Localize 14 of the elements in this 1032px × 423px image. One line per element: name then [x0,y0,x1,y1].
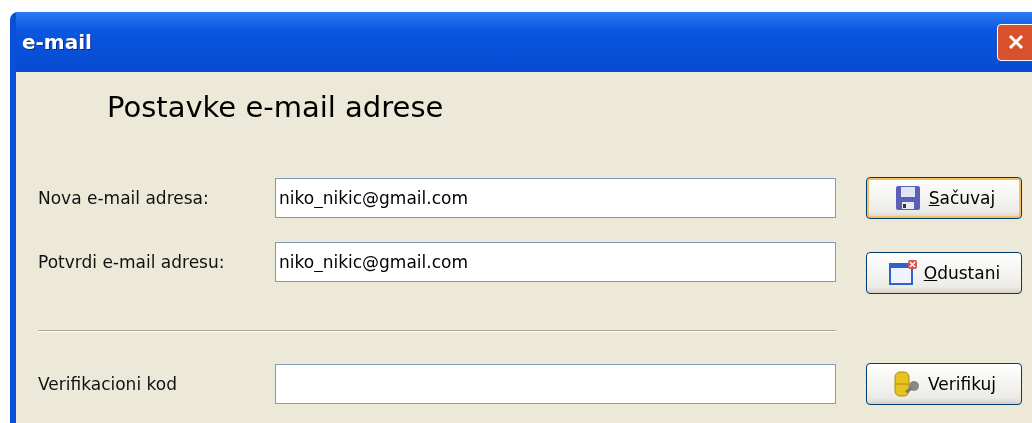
window-title: e-mail [22,30,92,54]
window-close-icon [887,259,918,287]
dialog-heading: Postavke e-mail adrese [106,89,445,126]
input-field[interactable] [275,364,836,404]
field-label: Potvrdi e-mail adresu: [38,252,226,272]
field-label: Verifikacioni kod [38,374,178,394]
field-label: Nova e-mail adresa: [38,188,210,208]
save-button[interactable]: Sačuvaj [866,177,1022,219]
verify-button[interactable]: Verifikuj [866,363,1022,405]
input-field[interactable]: niko_nikic@gmail.com [275,242,836,282]
input-field[interactable]: niko_nikic@gmail.com [275,178,836,218]
cancel-button[interactable]: Odustani [866,252,1022,294]
close-button[interactable] [997,23,1032,61]
database-key-icon [892,370,922,398]
